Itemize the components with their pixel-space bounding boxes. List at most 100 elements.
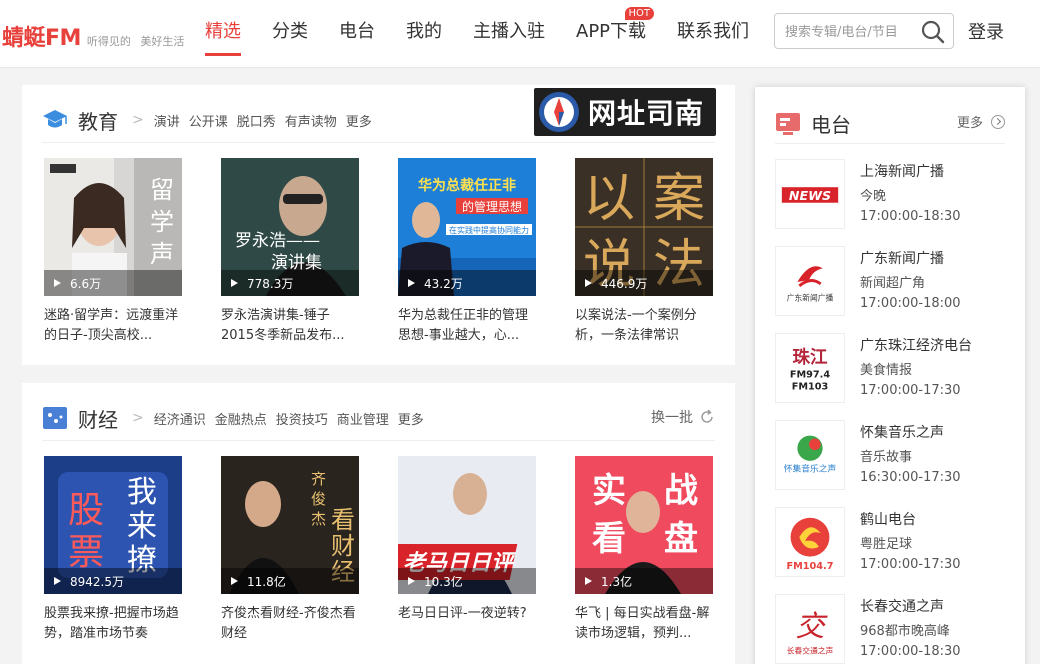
education-header: 教育 > 演讲 公开课 脱口秀 有声读物 更多 xyxy=(42,105,381,135)
play-count: 446.9万 xyxy=(601,276,648,291)
main-nav: 精选 分类 电台 我的 主播入驻 APP下载 HOT 联系我们 xyxy=(205,7,780,56)
station-logo-text: 怀集音乐之声 xyxy=(784,463,837,475)
nav-item-host-join[interactable]: 主播入驻 xyxy=(473,18,545,56)
svg-text:我: 我 xyxy=(127,475,157,510)
nav-item-contact[interactable]: 联系我们 xyxy=(677,18,749,56)
sub-link-more[interactable]: 更多 xyxy=(346,111,372,130)
album-card[interactable]: 华为总裁任正非 的管理思想 在实践中提高协同能力 43.2万 华为总裁任正非的管… xyxy=(398,158,536,346)
svg-text:票: 票 xyxy=(68,532,104,573)
album-title[interactable]: 老马日日评-一夜逆转? xyxy=(398,604,536,644)
station-logo: NEWS xyxy=(775,159,845,229)
station-logo: 珠江 FM97.4 FM103 xyxy=(775,333,845,403)
top-header: 蜻蜓FM 听得见的 美好生活 精选 分类 电台 我的 主播入驻 APP下载 HO… xyxy=(0,0,1040,68)
station-item[interactable]: FM104.7 鹤山电台 粤胜足球 17:00:00-17:30 xyxy=(775,507,1005,577)
refresh-button[interactable]: 换一批 xyxy=(651,407,715,427)
album-card[interactable]: 以 案 说 法 446.9万 以案说法-一个案例分析，一条法律常识 xyxy=(575,158,713,346)
album-cover[interactable]: 老马日日评 10.3亿 xyxy=(398,456,536,594)
chevron-right-icon: > xyxy=(132,410,144,426)
divider xyxy=(42,440,715,441)
station-time: 17:00:00-18:30 xyxy=(860,209,961,224)
play-count: 1.3亿 xyxy=(601,574,633,589)
svg-text:盘: 盘 xyxy=(664,519,698,559)
hot-badge: HOT xyxy=(624,7,655,20)
album-title[interactable]: 以案说法-一个案例分析，一条法律常识 xyxy=(575,306,713,346)
album-cover[interactable]: 实 战 看 盘 1.3亿 xyxy=(575,456,713,594)
play-count: 6.6万 xyxy=(70,276,102,291)
station-logo-text: 长春交通之声 xyxy=(787,645,834,655)
svg-text:在实践中提高协同能力: 在实践中提高协同能力 xyxy=(449,225,529,235)
ad-banner[interactable]: 网址司南 xyxy=(534,88,716,136)
play-count-bar: 43.2万 xyxy=(398,270,536,296)
play-count: 8942.5万 xyxy=(70,574,124,589)
sub-link-audiobook[interactable]: 有声读物 xyxy=(285,111,337,130)
sub-link-speech[interactable]: 演讲 xyxy=(154,111,180,130)
login-link[interactable]: 登录 xyxy=(968,18,1004,44)
svg-text:华为总裁任正非: 华为总裁任正非 xyxy=(418,177,516,194)
nav-item-categories[interactable]: 分类 xyxy=(272,18,308,56)
station-item[interactable]: NEWS 上海新闻广播 今晚 17:00:00-18:30 xyxy=(775,159,1005,229)
svg-text:的管理思想: 的管理思想 xyxy=(462,199,522,214)
station-item[interactable]: 交 长春交通之声 长春交通之声 968都市晚高峰 17:00:00-18:30 xyxy=(775,594,1005,664)
sub-link-open-course[interactable]: 公开课 xyxy=(189,111,228,130)
album-title[interactable]: 华飞 | 每日实战看盘-解读市场逻辑，预判... xyxy=(575,604,713,644)
chevron-right-icon: > xyxy=(132,112,144,128)
sub-link-talk-show[interactable]: 脱口秀 xyxy=(237,111,276,130)
ad-text: 网址司南 xyxy=(588,97,705,130)
station-logo: 怀集音乐之声 xyxy=(775,420,845,490)
station-program: 今晚 xyxy=(860,189,887,204)
divider xyxy=(42,142,715,143)
svg-text:罗永浩——: 罗永浩—— xyxy=(235,231,320,251)
album-cover[interactable]: 留 学 声 6.6万 xyxy=(44,158,182,296)
station-item[interactable]: 珠江 FM97.4 FM103 广东珠江经济电台 美食情报 17:00:00-1… xyxy=(775,333,1005,403)
album-card[interactable]: 齐 俊 杰 看 财 经 11.8亿 齐俊杰看财经-齐俊杰看财经 xyxy=(221,456,359,644)
album-cover[interactable]: 齐 俊 杰 看 财 经 11.8亿 xyxy=(221,456,359,594)
svg-text:俊: 俊 xyxy=(311,490,326,508)
album-card[interactable]: 实 战 看 盘 1.3亿 华飞 | 每日实战看盘-解读市场逻辑，预判... xyxy=(575,456,713,644)
album-title[interactable]: 迷路·留学声：远渡重洋的日子-顶尖高校... xyxy=(44,306,182,346)
album-cover[interactable]: 罗永浩—— 演讲集 778.3万 xyxy=(221,158,359,296)
sub-link-econ-basics[interactable]: 经济通识 xyxy=(154,409,206,428)
graduation-cap-icon xyxy=(43,110,67,128)
svg-text:留: 留 xyxy=(150,176,174,204)
search-icon[interactable] xyxy=(920,19,946,45)
station-program: 美食情报 xyxy=(860,363,913,378)
album-cover[interactable]: 以 案 说 法 446.9万 xyxy=(575,158,713,296)
station-time: 17:00:00-18:00 xyxy=(860,296,961,311)
album-card[interactable]: 留 学 声 6.6万 迷路·留学声：远渡重洋的日子-顶尖高校... xyxy=(44,158,182,346)
album-cover[interactable]: 华为总裁任正非 的管理思想 在实践中提高协同能力 43.2万 xyxy=(398,158,536,296)
svg-text:以: 以 xyxy=(583,169,635,229)
nav-item-featured[interactable]: 精选 xyxy=(205,18,241,56)
sub-link-finance-hot[interactable]: 金融热点 xyxy=(215,409,267,428)
station-item[interactable]: 广东新闻广播 广东新闻广播 新闻超广角 17:00:00-18:00 xyxy=(775,246,1005,316)
svg-text:交: 交 xyxy=(795,609,828,643)
nav-item-radio[interactable]: 电台 xyxy=(339,18,375,56)
play-icon xyxy=(54,577,61,585)
play-count-bar: 10.3亿 xyxy=(398,568,536,594)
album-title[interactable]: 股票我来撩-把握市场趋势，踏准市场节奏 xyxy=(44,604,182,644)
radio-more-link[interactable]: 更多 xyxy=(957,112,1005,131)
play-count: 43.2万 xyxy=(424,276,463,291)
play-icon xyxy=(231,577,238,585)
svg-text:FM97.4: FM97.4 xyxy=(790,370,830,381)
svg-text:声: 声 xyxy=(150,240,174,268)
refresh-icon xyxy=(701,409,713,423)
album-title[interactable]: 罗永浩演讲集-锤子2015冬季新品发布... xyxy=(221,306,359,346)
site-logo[interactable]: 蜻蜓FM 听得见的 美好生活 xyxy=(2,20,184,52)
album-card[interactable]: 老马日日评 10.3亿 老马日日评-一夜逆转? xyxy=(398,456,536,644)
station-program: 968都市晚高峰 xyxy=(860,624,950,639)
search-input[interactable] xyxy=(785,22,913,42)
sub-link-invest-skills[interactable]: 投资技巧 xyxy=(276,409,328,428)
album-card[interactable]: 股 票 我 来 撩 8942.5万 股票我来撩-把握市场趋势，踏准市场节奏 xyxy=(44,456,182,644)
album-cover[interactable]: 股 票 我 来 撩 8942.5万 xyxy=(44,456,182,594)
station-time: 17:00:00-17:30 xyxy=(860,383,961,398)
album-title[interactable]: 华为总裁任正非的管理思想-事业越大，心... xyxy=(398,306,536,346)
station-item[interactable]: 怀集音乐之声 怀集音乐之声 音乐故事 16:30:00-17:30 xyxy=(775,420,1005,490)
nav-item-mine[interactable]: 我的 xyxy=(406,18,442,56)
svg-text:看: 看 xyxy=(592,519,626,559)
album-title[interactable]: 齐俊杰看财经-齐俊杰看财经 xyxy=(221,604,359,644)
sub-link-business-mgmt[interactable]: 商业管理 xyxy=(337,409,389,428)
svg-text:看: 看 xyxy=(331,506,355,534)
sub-link-more[interactable]: 更多 xyxy=(398,409,424,428)
nav-item-app-download[interactable]: APP下载 HOT xyxy=(576,7,655,56)
album-card[interactable]: 罗永浩—— 演讲集 778.3万 罗永浩演讲集-锤子2015冬季新品发布... xyxy=(221,158,359,346)
